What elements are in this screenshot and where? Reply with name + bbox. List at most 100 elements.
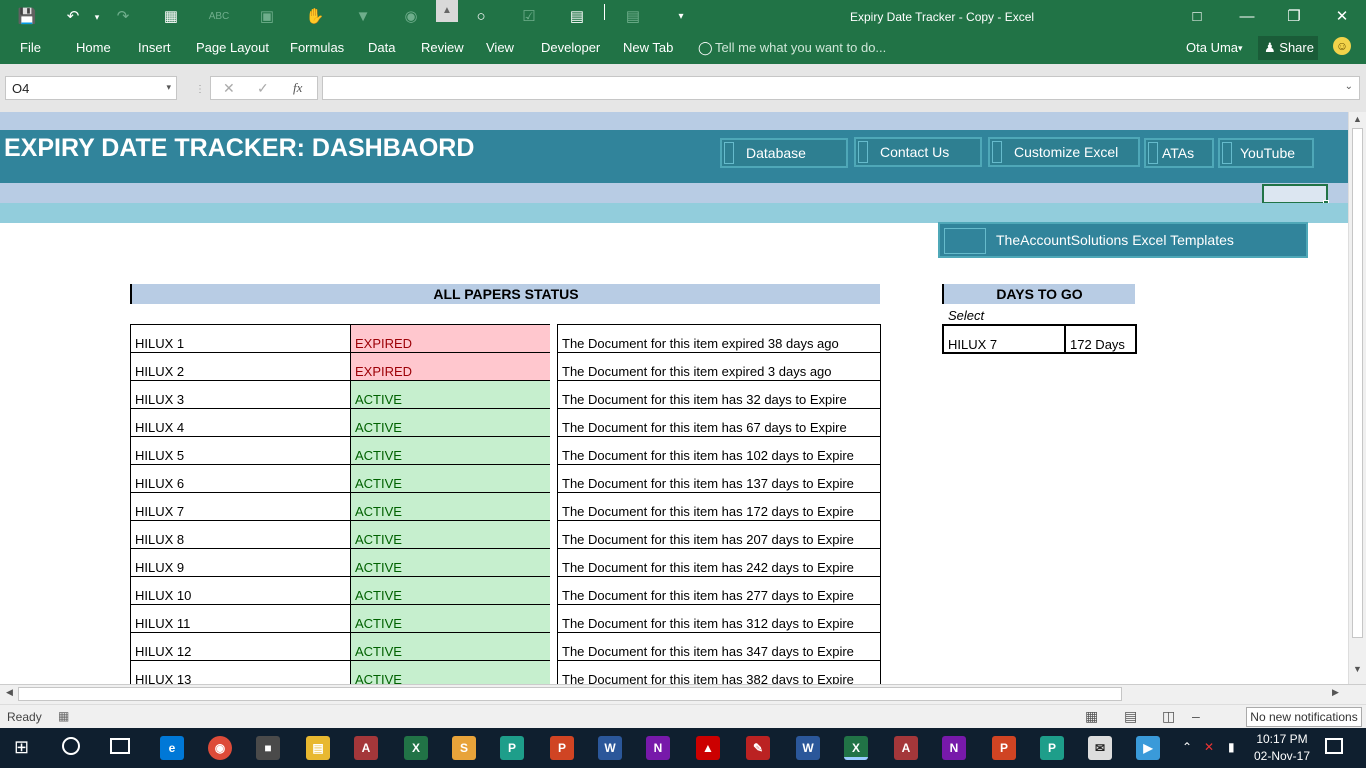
windows-start-icon[interactable]: ⊞ (14, 737, 29, 758)
item-cell[interactable]: HILUX 9 (130, 548, 351, 577)
status-cell[interactable]: EXPIRED (350, 352, 551, 381)
name-box[interactable]: O4 ▾ (5, 76, 177, 100)
sway-icon[interactable]: S (452, 736, 476, 760)
file-explorer-icon[interactable]: ▤ (306, 736, 330, 760)
form-icon[interactable]: ▤ (566, 6, 588, 28)
status-cell[interactable]: ACTIVE (350, 436, 551, 465)
onenote-running-icon[interactable]: N (942, 736, 966, 760)
status-cell[interactable]: ACTIVE (350, 464, 551, 493)
tab-insert[interactable]: Insert (138, 40, 171, 55)
restore-icon[interactable]: ❐ (1283, 6, 1305, 28)
normal-view-icon[interactable]: ▦ (1085, 708, 1098, 725)
status-cell[interactable]: ACTIVE (350, 408, 551, 437)
status-cell[interactable]: ACTIVE (350, 492, 551, 521)
scroll-right-icon[interactable]: ▶ (1332, 687, 1339, 698)
user-dropdown-icon[interactable]: ▾ (1238, 43, 1243, 54)
item-cell[interactable]: HILUX 7 (130, 492, 351, 521)
publisher-icon[interactable]: P (500, 736, 524, 760)
atas-button[interactable]: ATAs (1144, 138, 1214, 168)
message-cell[interactable]: The Document for this item has 382 days … (557, 660, 881, 684)
formula-input[interactable]: ⌄ (322, 76, 1360, 100)
scroll-left-icon[interactable]: ◀ (6, 687, 13, 698)
user-name[interactable]: Ota Uma (1186, 40, 1238, 55)
item-cell[interactable]: HILUX 2 (130, 352, 351, 381)
tab-home[interactable]: Home (76, 40, 111, 55)
message-cell[interactable]: The Document for this item has 242 days … (557, 548, 881, 577)
page-layout-view-icon[interactable]: ▤ (1124, 708, 1137, 725)
minimize-icon[interactable]: — (1236, 6, 1258, 28)
tab-file[interactable]: File (20, 40, 41, 55)
message-cell[interactable]: The Document for this item has 312 days … (557, 604, 881, 633)
scroll-down-icon[interactable]: ▼ (1353, 664, 1362, 674)
word-running-icon[interactable]: W (796, 736, 820, 760)
powerpoint-running-icon[interactable]: P (992, 736, 1016, 760)
chrome-icon[interactable]: ◉ (208, 736, 232, 760)
action-center-icon[interactable] (1325, 738, 1343, 754)
tab-formulas[interactable]: Formulas (290, 40, 344, 55)
ribbon-display-icon[interactable]: □ (1186, 6, 1208, 28)
youtube-button[interactable]: YouTube (1218, 138, 1314, 168)
message-cell[interactable]: The Document for this item has 102 days … (557, 436, 881, 465)
save-icon[interactable]: 💾 (16, 6, 38, 28)
worksheet[interactable]: EXPIRY DATE TRACKER: DASHBAORD Database … (0, 112, 1348, 684)
publisher-running-icon[interactable]: P (1040, 736, 1064, 760)
media-player-icon[interactable]: ▶ (1136, 736, 1160, 760)
item-cell[interactable]: HILUX 8 (130, 520, 351, 549)
item-cell[interactable]: HILUX 6 (130, 464, 351, 493)
clock-date[interactable]: 02-Nov-17 (1252, 749, 1312, 763)
message-cell[interactable]: The Document for this item has 172 days … (557, 492, 881, 521)
excel-icon[interactable]: X (404, 736, 428, 760)
tab-view[interactable]: View (486, 40, 514, 55)
status-cell[interactable]: ACTIVE (350, 604, 551, 633)
enter-icon[interactable]: ✓ (257, 80, 269, 97)
message-cell[interactable]: The Document for this item expired 38 da… (557, 324, 881, 353)
mail-icon[interactable]: ✉ (1088, 736, 1112, 760)
shape-icon[interactable]: ▲ (436, 0, 458, 22)
status-cell[interactable]: ACTIVE (350, 576, 551, 605)
cortana-icon[interactable] (62, 737, 80, 755)
customize-qat-icon[interactable]: ▾ (670, 6, 692, 28)
message-cell[interactable]: The Document for this item has 347 days … (557, 632, 881, 661)
item-cell[interactable]: HILUX 1 (130, 324, 351, 353)
status-cell[interactable]: ACTIVE (350, 632, 551, 661)
touch-mode-icon[interactable]: ✋ (304, 6, 326, 28)
access-running-icon[interactable]: A (894, 736, 918, 760)
network-status-icon[interactable]: ✕ (1204, 740, 1214, 754)
access-icon[interactable]: A (354, 736, 378, 760)
circle-icon[interactable]: ○ (470, 6, 492, 28)
scroll-up-icon[interactable]: ▲ (1353, 114, 1362, 124)
status-cell[interactable]: ACTIVE (350, 660, 551, 684)
store-icon[interactable]: ■ (256, 736, 280, 760)
smiley-feedback-icon[interactable]: ☺ (1333, 37, 1351, 55)
zoom-out-icon[interactable]: – (1192, 708, 1200, 724)
message-cell[interactable]: The Document for this item has 277 days … (557, 576, 881, 605)
item-cell[interactable]: HILUX 3 (130, 380, 351, 409)
tab-developer[interactable]: Developer (541, 40, 600, 55)
name-box-dropdown-icon[interactable]: ▾ (166, 82, 171, 93)
message-cell[interactable]: The Document for this item has 137 days … (557, 464, 881, 493)
status-cell[interactable]: ACTIVE (350, 380, 551, 409)
share-button[interactable]: ♟ Share (1258, 36, 1318, 60)
contact-us-button[interactable]: Contact Us (854, 137, 982, 167)
status-cell[interactable]: ACTIVE (350, 520, 551, 549)
task-view-icon[interactable] (110, 738, 130, 754)
item-cell[interactable]: HILUX 10 (130, 576, 351, 605)
horizontal-scrollbar[interactable]: ◀ ▶ (0, 684, 1366, 704)
powerpoint-icon[interactable]: P (550, 736, 574, 760)
status-cell[interactable]: ACTIVE (350, 548, 551, 577)
clock-time[interactable]: 10:17 PM (1252, 732, 1312, 746)
message-cell[interactable]: The Document for this item expired 3 day… (557, 352, 881, 381)
acrobat-icon[interactable]: ▲ (696, 736, 720, 760)
tab-data[interactable]: Data (368, 40, 395, 55)
edge-icon[interactable]: e (160, 736, 184, 760)
battery-icon[interactable]: ▮ (1228, 740, 1235, 754)
macro-record-icon[interactable]: ▦ (58, 709, 69, 723)
page-break-view-icon[interactable]: ◫ (1162, 708, 1175, 725)
message-cell[interactable]: The Document for this item has 32 days t… (557, 380, 881, 409)
tab-review[interactable]: Review (421, 40, 464, 55)
tab-new-tab[interactable]: New Tab (623, 40, 673, 55)
close-icon[interactable]: ✕ (1331, 6, 1353, 28)
status-cell[interactable]: EXPIRED (350, 324, 551, 353)
tray-expand-icon[interactable]: ⌃ (1182, 740, 1192, 754)
insert-function-icon[interactable]: fx (293, 80, 302, 96)
